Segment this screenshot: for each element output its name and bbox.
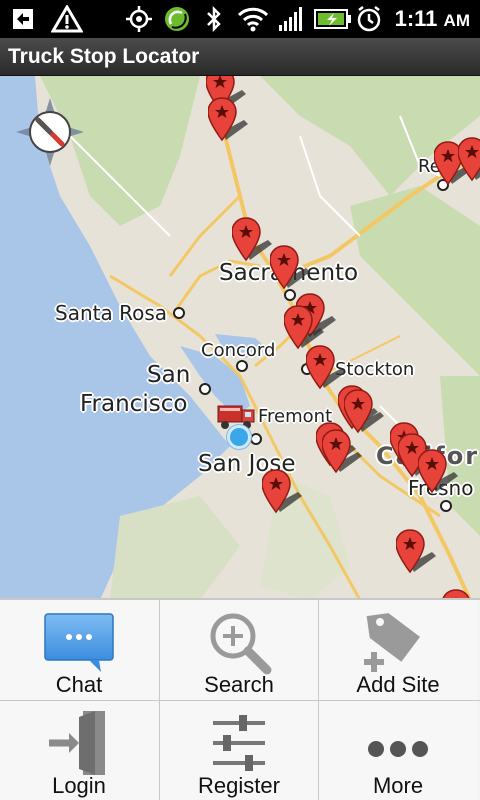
truck-stop-pin[interactable] [321, 428, 362, 476]
city-dot-fresno [440, 500, 452, 512]
truck-stop-pin[interactable] [395, 528, 436, 576]
place-label-stockton: Stockton [335, 359, 415, 380]
city-dot-san-jose [250, 433, 262, 445]
city-dot-concord [236, 360, 248, 372]
status-clock: 1:11 AM [395, 4, 470, 34]
alarm-icon [356, 4, 382, 34]
menu-item-chat[interactable]: Chat [0, 600, 158, 700]
battery-charging-icon [314, 4, 352, 34]
menu-item-search[interactable]: Search [160, 600, 318, 700]
place-label-santa-rosa: Santa Rosa [55, 301, 167, 325]
menu-label-register: Register [198, 773, 280, 798]
truck-stop-pin[interactable] [269, 244, 310, 292]
compass-icon[interactable] [14, 96, 86, 168]
wifi-icon [236, 4, 270, 34]
signal-icon [276, 4, 306, 34]
sliders-icon [203, 709, 275, 777]
warning-icon [50, 4, 84, 34]
magnifier-plus-icon [203, 608, 275, 676]
map-view[interactable]: Sacramento Santa Rosa Concord San Franci… [0, 76, 480, 600]
usb-debug-icon [8, 4, 38, 34]
truck-stop-pin[interactable] [207, 96, 248, 144]
clock-time: 1:11 [394, 6, 438, 31]
city-dot-san-francisco [199, 383, 211, 395]
app-title: Truck Stop Locator [8, 45, 200, 68]
truck-stop-pin[interactable] [457, 136, 480, 184]
truck-stop-pin[interactable] [417, 448, 458, 496]
status-bar: 1:11 AM [0, 0, 480, 38]
options-menu: Chat Search Add Site Login Register More [0, 598, 480, 800]
menu-label-add-site: Add Site [356, 672, 440, 697]
menu-item-login[interactable]: Login [0, 701, 158, 800]
sync-icon [162, 4, 192, 34]
menu-label-more: More [372, 773, 424, 798]
more-dots-icon [362, 709, 434, 777]
clock-ampm: AM [443, 11, 470, 30]
menu-item-register[interactable]: Register [160, 701, 318, 800]
bluetooth-icon [202, 4, 226, 34]
place-label-san: San [147, 362, 191, 388]
city-dot-santa-rosa [173, 307, 185, 319]
menu-label-search: Search [204, 672, 274, 697]
login-door-icon [43, 709, 115, 777]
tag-plus-icon [362, 608, 434, 676]
menu-item-more[interactable]: More [319, 701, 477, 800]
menu-label-chat: Chat [55, 672, 103, 697]
truck-stop-pin[interactable] [261, 468, 302, 516]
current-location-marker [227, 425, 251, 449]
chat-bubble-icon [43, 608, 115, 676]
title-bar: Truck Stop Locator [0, 38, 480, 76]
truck-stop-pin[interactable] [231, 216, 272, 264]
place-label-concord: Concord [201, 340, 276, 361]
gps-icon [124, 4, 154, 34]
place-label-francisco: Francisco [80, 391, 188, 417]
menu-item-add-site[interactable]: Add Site [319, 600, 477, 700]
menu-label-login: Login [52, 773, 106, 798]
